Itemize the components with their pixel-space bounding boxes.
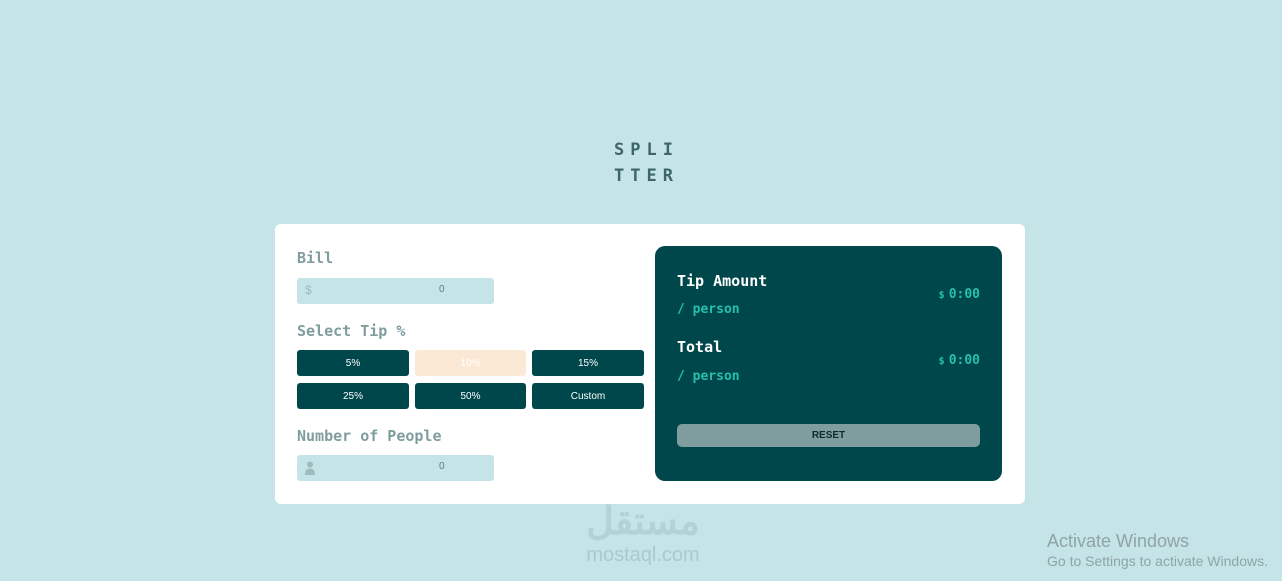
- tip-custom-button[interactable]: Custom: [532, 383, 644, 409]
- logo-line-1: SPLI: [614, 140, 679, 160]
- people-input[interactable]: 0: [297, 455, 494, 481]
- tip-amount-title: Tip Amount: [677, 272, 768, 290]
- app-logo: SPLI TTER: [614, 137, 694, 189]
- person-icon: [305, 461, 315, 475]
- watermark-latin: mostaql.com: [586, 544, 700, 566]
- watermark-arabic: مستقل: [586, 501, 700, 543]
- tip-5-button[interactable]: 5%: [297, 350, 409, 376]
- reset-button[interactable]: RESET: [677, 424, 980, 447]
- bill-label: Bill: [297, 249, 334, 267]
- tip-10-button[interactable]: 10%: [415, 350, 526, 376]
- people-label: Number of People: [297, 427, 442, 445]
- total-number: 0:00: [948, 353, 980, 368]
- results-panel: Tip Amount / person $0:00 Total / person…: [655, 246, 1002, 481]
- total-value: $0:00: [860, 353, 980, 368]
- tip-amount-number: 0:00: [948, 287, 980, 302]
- activate-windows-title: Activate Windows: [1047, 531, 1190, 551]
- bill-input-value[interactable]: 0: [439, 284, 445, 295]
- logo-line-2: TTER: [614, 166, 679, 186]
- bill-input[interactable]: $ 0: [297, 278, 494, 304]
- activate-windows-subtitle: Go to Settings to activate Windows.: [1047, 553, 1268, 569]
- people-input-value[interactable]: 0: [439, 461, 445, 472]
- total-title: Total: [677, 338, 723, 356]
- tip-amount-value: $0:00: [860, 287, 980, 302]
- tip-15-button[interactable]: 15%: [532, 350, 644, 376]
- total-currency: $: [938, 356, 945, 367]
- total-per-person: / person: [677, 369, 740, 384]
- select-tip-label: Select Tip %: [297, 322, 406, 340]
- mostaql-watermark: مستقل mostaql.com: [563, 500, 723, 566]
- tip-amount-currency: $: [938, 290, 945, 301]
- activate-windows-overlay: Activate Windows Go to Settings to activ…: [1047, 530, 1282, 570]
- dollar-icon: $: [305, 283, 312, 297]
- tip-50-button[interactable]: 50%: [415, 383, 526, 409]
- splitter-app: SPLI TTER Bill $ 0 Select Tip % 5% 10% 1…: [0, 0, 1282, 581]
- tip-25-button[interactable]: 25%: [297, 383, 409, 409]
- tip-amount-per-person: / person: [677, 302, 740, 317]
